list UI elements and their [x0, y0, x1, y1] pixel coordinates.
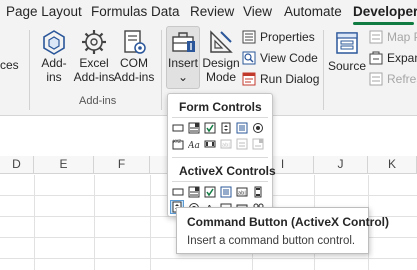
com-add-ins-icon — [124, 30, 146, 54]
activex-controls-heading: ActiveX Controls — [179, 164, 276, 178]
add-ins-label-2: ins — [46, 70, 62, 84]
design-mode-button[interactable]: Design Mode — [202, 28, 240, 84]
column-gridline — [34, 175, 35, 270]
view-code-button[interactable]: View Code — [242, 51, 318, 65]
form-label-icon[interactable]: Aa — [187, 137, 201, 151]
tab-view[interactable]: View — [243, 4, 272, 19]
activex-check-box-icon[interactable] — [203, 185, 217, 199]
run-dialog-button[interactable]: Run Dialog — [242, 72, 319, 86]
gear-icon — [82, 30, 106, 54]
group-separator — [29, 30, 30, 110]
tooltip-title: Command Button (ActiveX Control) — [187, 215, 389, 229]
menu-separator — [172, 181, 268, 182]
form-check-box-icon[interactable] — [203, 121, 217, 135]
tab-data[interactable]: Data — [151, 4, 180, 19]
column-header-j[interactable]: J — [314, 156, 368, 174]
tab-automate[interactable]: Automate — [284, 4, 342, 19]
tab-developer[interactable]: Developer — [353, 4, 417, 19]
excel-add-ins-button[interactable]: Excel Add-ins — [74, 28, 114, 84]
activex-command-button-icon[interactable] — [171, 185, 185, 199]
column-header-d[interactable]: D — [0, 156, 34, 174]
xml-source-icon — [336, 32, 358, 54]
chevron-down-icon: ⌄ — [177, 70, 189, 84]
run-dialog-icon — [242, 72, 256, 86]
menu-separator — [172, 117, 268, 118]
add-ins-icon — [43, 30, 65, 55]
com-add-ins-label-1: COM — [120, 56, 148, 70]
add-ins-label-1: Add- — [41, 56, 67, 70]
insert-controls-dropdown: Form Controls XYZ Aa ab| ActiveX Control… — [167, 93, 276, 217]
form-text-field-icon: ab| — [219, 137, 233, 151]
form-combo-list-edit-icon — [235, 137, 249, 151]
svg-text:ab|: ab| — [238, 191, 246, 197]
form-button-icon[interactable] — [171, 121, 185, 135]
com-add-ins-button[interactable]: COM Add-ins — [114, 28, 154, 84]
cut-off-label: ces — [0, 58, 19, 72]
form-combo-box-icon[interactable] — [187, 121, 201, 135]
column-header-k[interactable]: K — [368, 156, 417, 174]
refresh-data-label: Refresh — [387, 72, 417, 86]
row-gridline — [0, 258, 417, 259]
run-dialog-label: Run Dialog — [260, 72, 320, 86]
form-controls-heading: Form Controls — [179, 100, 262, 114]
map-properties-button[interactable]: Map P — [369, 30, 417, 44]
source-label: Source — [327, 59, 367, 73]
svg-text:Aa: Aa — [188, 141, 200, 150]
refresh-data-button[interactable]: Refresh — [369, 72, 417, 86]
command-button-tooltip: Command Button (ActiveX Control) Insert … — [176, 207, 389, 254]
refresh-data-icon — [369, 72, 383, 86]
form-scroll-bar-icon[interactable] — [203, 137, 217, 151]
menu-separator — [172, 157, 268, 158]
properties-icon — [242, 30, 256, 44]
ribbon-tab-strip: Page Layout Formulas Data Review View Au… — [0, 0, 417, 26]
xml-source-button[interactable]: Source — [327, 30, 367, 73]
activex-list-box-icon[interactable] — [219, 185, 233, 199]
activex-combo-box-icon[interactable] — [187, 185, 201, 199]
excel-add-ins-label-1: Excel — [79, 56, 109, 70]
form-option-button-icon[interactable] — [251, 121, 265, 135]
form-combo-drop-down-edit-icon — [251, 137, 265, 151]
view-code-label: View Code — [260, 51, 318, 65]
properties-button[interactable]: Properties — [242, 30, 315, 44]
expansion-packs-label: Expans — [387, 51, 417, 65]
activex-text-box-icon[interactable]: ab| — [235, 185, 249, 199]
expansion-packs-button[interactable]: Expans — [369, 51, 417, 65]
tab-review[interactable]: Review — [190, 4, 234, 19]
group-separator — [161, 30, 162, 110]
properties-label: Properties — [260, 30, 315, 44]
tab-formulas[interactable]: Formulas — [91, 4, 147, 19]
design-mode-label-2: Mode — [205, 70, 237, 84]
tab-page-layout[interactable]: Page Layout — [6, 4, 82, 19]
insert-label: Insert — [167, 56, 198, 70]
form-group-box-icon[interactable]: XYZ — [171, 137, 185, 151]
column-header-f[interactable]: F — [94, 156, 150, 174]
insert-controls-button[interactable]: Insert ⌄ — [167, 28, 199, 84]
form-list-box-icon[interactable] — [235, 121, 249, 135]
group-separator — [323, 30, 324, 110]
excel-add-ins-label-2: Add-ins — [73, 70, 115, 84]
com-add-ins-label-2: Add-ins — [113, 70, 155, 84]
expansion-packs-icon — [369, 51, 383, 65]
add-ins-group-label: Add-ins — [79, 95, 117, 107]
add-ins-button[interactable]: Add- ins — [38, 28, 70, 84]
svg-text:XYZ: XYZ — [173, 139, 181, 144]
map-properties-label: Map P — [387, 30, 417, 44]
form-spin-button-icon[interactable] — [219, 121, 233, 135]
tooltip-description: Insert a command button control. — [187, 235, 356, 247]
design-mode-icon — [210, 30, 233, 53]
toolbox-icon — [172, 32, 195, 52]
column-gridline — [94, 175, 95, 270]
active-tab-indicator — [353, 22, 414, 25]
map-properties-icon — [369, 30, 383, 44]
column-gridline — [150, 175, 151, 270]
view-code-icon — [242, 51, 256, 65]
activex-scroll-bar-icon[interactable] — [251, 185, 265, 199]
design-mode-label-1: Design — [202, 56, 240, 70]
column-header-e[interactable]: E — [34, 156, 94, 174]
svg-text:ab|: ab| — [222, 143, 230, 149]
